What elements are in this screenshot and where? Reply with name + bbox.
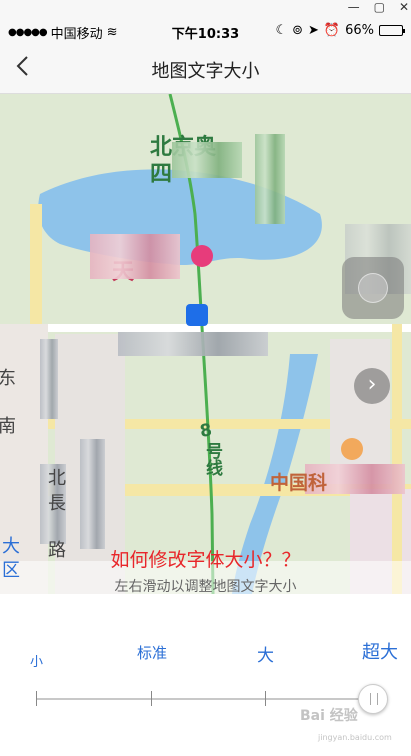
next-arrow-button[interactable]: ›	[354, 368, 390, 404]
question-caption: 如何修改字体大小？？	[110, 549, 301, 571]
metro-station-icon	[186, 304, 208, 326]
font-size-panel	[0, 594, 411, 756]
page-title: 地图文字大小	[151, 61, 260, 82]
size-option-standard[interactable]: 标准	[137, 642, 167, 663]
watermark: Bai 经验	[300, 708, 358, 724]
battery-percent: 66%	[345, 23, 374, 38]
landmark-icon	[341, 438, 363, 460]
window-controls: — ▢ ✕	[348, 0, 409, 14]
watermark-url: jingyan.baidu.com	[318, 733, 392, 742]
alarm-icon: ⏰	[323, 23, 341, 38]
font-size-slider-track[interactable]	[36, 698, 376, 700]
map-label-zhang: 長	[48, 493, 66, 514]
slider-tick	[36, 691, 37, 706]
blurred-label	[90, 234, 180, 279]
map-label-bei: 北	[48, 468, 66, 489]
location-icon: ➤	[308, 23, 319, 38]
status-right: ☾ ⊚ ➤ ⏰ 66%	[275, 23, 405, 38]
nav-bar: 地图文字大小	[0, 40, 411, 94]
blurred-label	[80, 439, 105, 549]
map-label-zhongguo: 中国科	[270, 472, 328, 494]
map-label-hao: 号线	[202, 442, 222, 476]
font-size-slider-thumb[interactable]	[358, 684, 388, 714]
blurred-label	[118, 332, 268, 356]
battery-icon	[379, 25, 405, 36]
size-option-xlarge[interactable]: 超大	[362, 638, 398, 664]
rotation-lock-icon: ⊚	[292, 23, 303, 38]
restore-icon[interactable]: ▢	[374, 0, 385, 14]
slider-tick	[151, 691, 152, 706]
map-label-dong: 东	[0, 368, 16, 389]
poi-icon	[191, 245, 213, 267]
slider-hint: 左右滑动以调整地图文字大小	[114, 579, 297, 595]
blurred-label	[172, 142, 242, 178]
minimize-icon[interactable]: —	[348, 0, 360, 14]
size-option-small[interactable]: 小	[30, 651, 43, 670]
size-option-large[interactable]: 大	[257, 641, 274, 666]
map-label-nan: 南	[0, 416, 16, 437]
blurred-label	[40, 339, 58, 419]
compass-icon	[358, 273, 388, 303]
blurred-label	[255, 134, 285, 224]
block	[330, 339, 390, 484]
compass-button[interactable]	[342, 257, 404, 319]
map-view[interactable]: 北京奥 四 天 8 号线 中国科 东 南 北 長 路 大 区 ›	[0, 94, 411, 594]
close-icon[interactable]: ✕	[399, 0, 409, 14]
slider-tick	[265, 691, 266, 706]
moon-icon: ☾	[275, 23, 288, 38]
map-label-west: 四	[150, 162, 173, 187]
